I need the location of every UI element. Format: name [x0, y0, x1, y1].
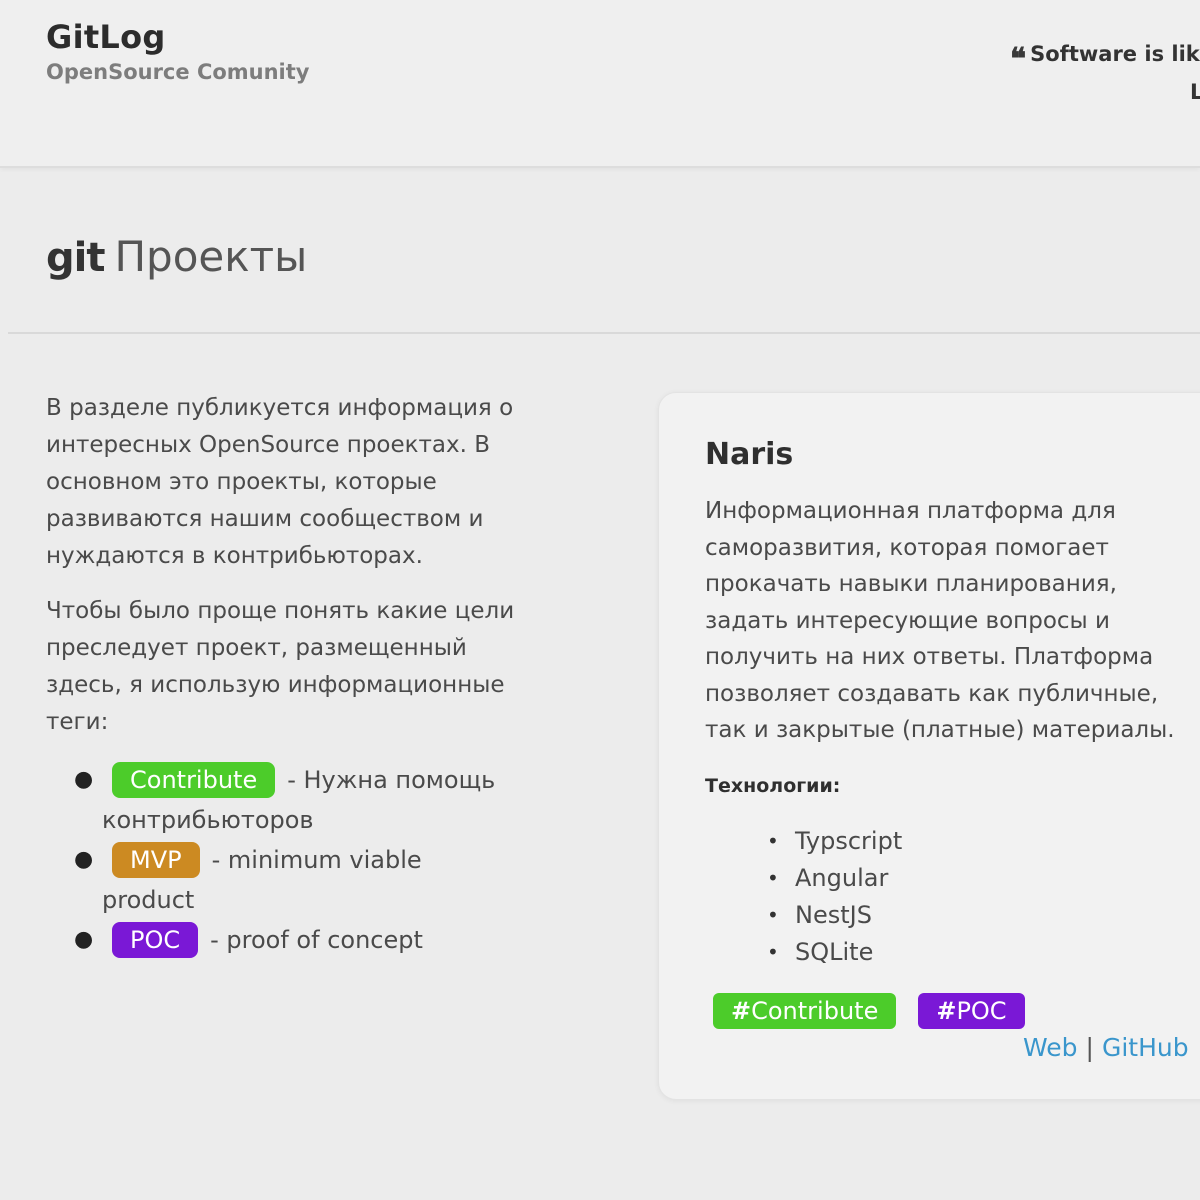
page: GitLog OpenSource Comunity ❝ Software is …: [0, 0, 1200, 1200]
page-title: git Проекты: [46, 232, 307, 281]
link-separator: |: [1085, 1033, 1094, 1062]
mvp-tag: MVP: [112, 842, 200, 878]
technology-item: NestJS: [767, 897, 902, 934]
project-description: Информационная платформа для саморазвити…: [705, 498, 1175, 743]
section-heading-text: Проекты: [114, 232, 308, 281]
site-subtitle: OpenSource Comunity: [46, 60, 310, 84]
tag-legend-item: ● POC - proof of concept: [46, 920, 516, 960]
tag-description: - proof of concept: [210, 926, 423, 954]
bullet-icon: ●: [74, 927, 94, 952]
site-title[interactable]: GitLog: [46, 18, 166, 56]
hashtag-contribute[interactable]: #Contribute: [713, 993, 897, 1029]
intro-text: В разделе публикуется информация о интер…: [46, 390, 546, 759]
project-links: Web | GitHub: [1023, 1033, 1189, 1062]
site-header: GitLog OpenSource Comunity ❝ Software is …: [0, 0, 1200, 168]
project-card: Naris Информационная платформа для самор…: [658, 392, 1200, 1100]
project-hashtags: #Contribute #POC: [713, 993, 1047, 1029]
quote-text: Software is like: [1030, 42, 1200, 66]
contribute-tag: Contribute: [112, 762, 276, 798]
tag-legend-item: ● Contribute - Нужна помощь контрибьюторо…: [46, 760, 516, 840]
header-quote: ❝ Software is like: [1010, 42, 1200, 70]
tag-legend-list: ● Contribute - Нужна помощь контрибьюторо…: [46, 760, 516, 960]
technologies-label: Технологии:: [705, 775, 841, 797]
hashtag-label: Contribute: [751, 997, 879, 1025]
technology-item: Angular: [767, 860, 902, 897]
web-link[interactable]: Web: [1023, 1033, 1078, 1062]
tag-legend-item: ● MVP - minimum viable product: [46, 840, 516, 920]
bullet-icon: ●: [74, 767, 94, 792]
section-divider: [8, 332, 1200, 334]
intro-paragraph-2: Чтобы было проще понять какие цели пресл…: [46, 598, 515, 735]
technology-item: Typscript: [767, 823, 902, 860]
technologies-list: Typscript Angular NestJS SQLite: [767, 823, 902, 971]
technology-item: SQLite: [767, 934, 902, 971]
github-link[interactable]: GitHub: [1102, 1033, 1189, 1062]
hashtag-poc[interactable]: #POC: [918, 993, 1025, 1029]
hashtag-label: POC: [956, 997, 1007, 1025]
quote-icon: ❝: [1010, 42, 1027, 71]
hash-symbol: #: [731, 997, 752, 1025]
bullet-icon: ●: [74, 847, 94, 872]
hash-symbol: #: [936, 997, 957, 1025]
project-title: Naris: [705, 437, 794, 472]
poc-tag: POC: [112, 922, 199, 958]
quote-text-line2: L: [1190, 80, 1200, 104]
intro-paragraph-1: В разделе публикуется информация о интер…: [46, 395, 514, 569]
git-logo-word: git: [46, 235, 105, 281]
